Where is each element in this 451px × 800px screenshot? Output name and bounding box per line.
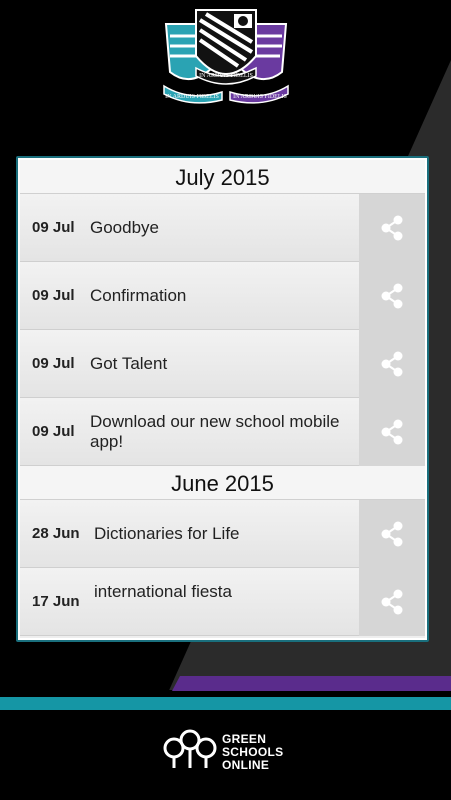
share-button[interactable]	[359, 262, 425, 330]
list-item[interactable]: 09 Jul Confirmation	[20, 262, 425, 330]
share-button[interactable]	[359, 568, 425, 636]
news-panel: July 2015 09 Jul Goodbye 09 Jul Confirma…	[16, 156, 429, 642]
share-button[interactable]	[359, 330, 425, 398]
list-item[interactable]: 28 Jun Dictionaries for Life	[20, 500, 425, 568]
brand-text: GREEN SCHOOLS ONLINE	[222, 733, 283, 772]
share-button[interactable]	[359, 500, 425, 568]
school-crest-logo: IN ARDUIS FIDELIS IN ARDUIS FIDELIS IN A…	[163, 9, 289, 104]
share-icon	[381, 521, 403, 547]
item-date: 09 Jul	[32, 355, 75, 372]
item-title: Got Talent	[90, 354, 168, 373]
share-button[interactable]	[359, 398, 425, 466]
list-item[interactable]: 09 Jul Download our new school mobile ap…	[20, 398, 425, 466]
green-schools-online-logo: GREEN SCHOOLS ONLINE	[160, 726, 300, 774]
svg-text:IN ARDUIS FIDELIS: IN ARDUIS FIDELIS	[199, 73, 253, 79]
purple-stripe	[172, 676, 451, 691]
item-date: 17 Jun	[32, 593, 80, 610]
share-icon	[381, 283, 403, 309]
item-date: 28 Jun	[32, 525, 80, 542]
item-title: Download our new school mobile app!	[90, 412, 340, 451]
share-icon	[381, 351, 403, 377]
item-date: 09 Jul	[32, 423, 75, 440]
share-icon	[381, 215, 403, 241]
list-item[interactable]: 09 Jul Goodbye	[20, 194, 425, 262]
item-date: 09 Jul	[32, 287, 75, 304]
list-item[interactable]: 09 Jul Got Talent	[20, 330, 425, 398]
item-title: international fiesta	[94, 582, 232, 601]
item-title: Goodbye	[90, 218, 159, 237]
month-header-june: June 2015	[20, 466, 425, 500]
teal-stripe	[0, 697, 451, 710]
item-title: Confirmation	[90, 286, 187, 305]
list-item[interactable]: 17 Jun international fiesta	[20, 568, 425, 636]
news-list: July 2015 09 Jul Goodbye 09 Jul Confirma…	[20, 160, 425, 638]
share-button[interactable]	[359, 194, 425, 262]
svg-text:IN ARDUIS FIDELIS: IN ARDUIS FIDELIS	[233, 94, 287, 100]
month-header-july: July 2015	[20, 160, 425, 194]
brand-line-3: ONLINE	[222, 758, 270, 772]
item-title: Dictionaries for Life	[94, 524, 240, 543]
item-date: 09 Jul	[32, 219, 75, 236]
gso-mark-icon	[163, 729, 217, 768]
svg-text:IN ARDUIS FIDELIS: IN ARDUIS FIDELIS	[165, 94, 219, 100]
share-icon	[381, 589, 403, 615]
share-icon	[381, 419, 403, 445]
